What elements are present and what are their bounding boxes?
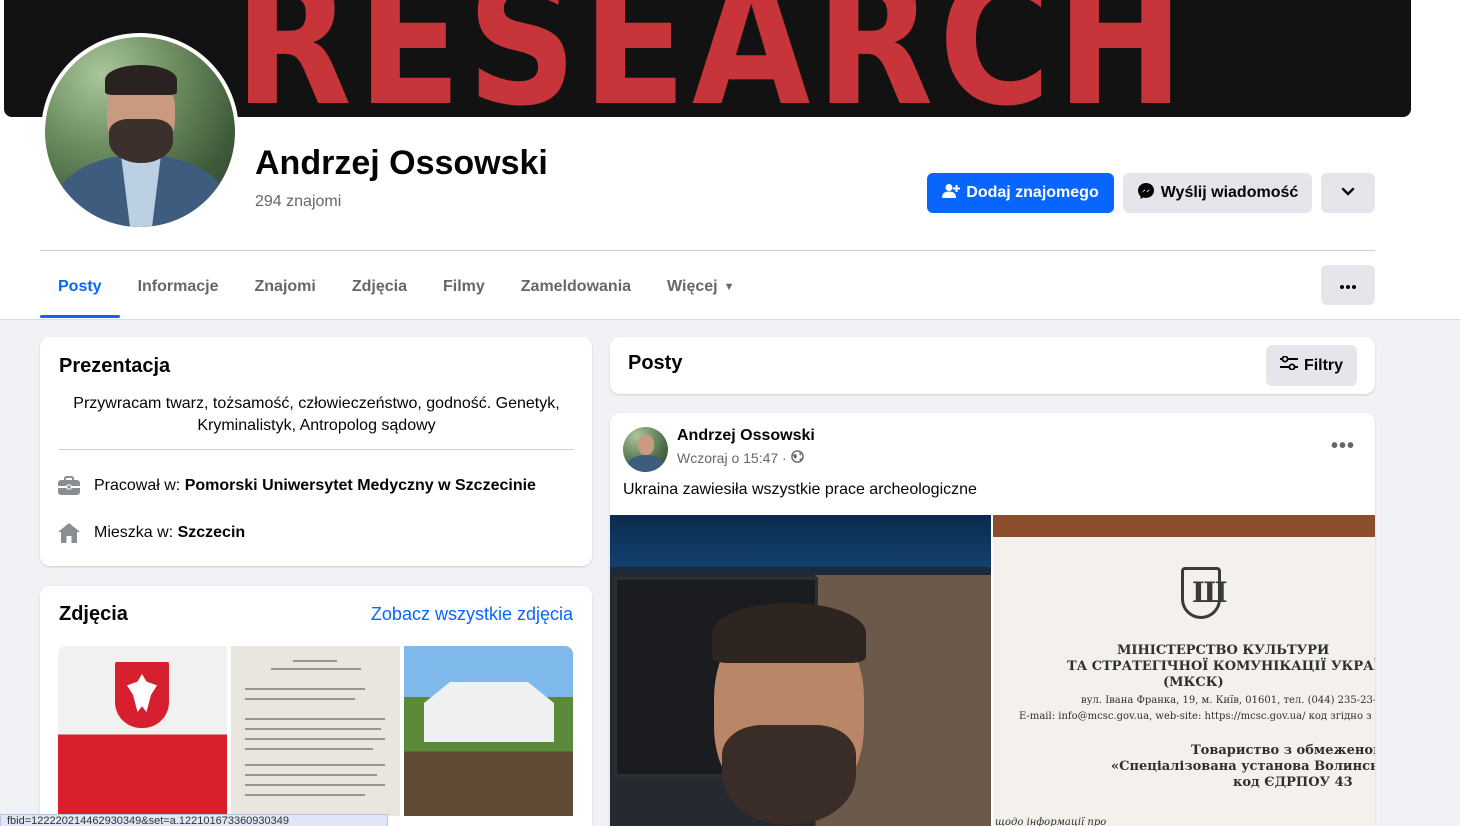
work-info: Pracował w: Pomorski Uniwersytet Medyczn… <box>58 475 536 497</box>
messenger-icon <box>1137 182 1155 205</box>
bio-line: Kryminalistyk, Antropolog sądowy <box>197 417 436 434</box>
friends-count[interactable]: 294 znajomi <box>255 193 341 211</box>
workplace-link[interactable]: Pomorski Uniwersytet Medyczny w Szczecin… <box>185 477 536 494</box>
sliders-icon <box>1279 355 1298 375</box>
send-message-button[interactable]: Wyślij wiadomość <box>1123 173 1312 213</box>
tab-label: Znajomi <box>254 278 316 295</box>
intro-card: Prezentacja Przywracam twarz, tożsamość,… <box>40 337 592 566</box>
tab-label: Filmy <box>442 278 485 295</box>
add-friend-icon <box>942 183 961 204</box>
photos-title: Zdjęcia <box>59 603 128 625</box>
lives-text: Mieszka w: Szczecin <box>94 524 245 542</box>
trident-emblem-icon <box>1181 567 1228 619</box>
photo-thumbnail[interactable] <box>58 646 227 816</box>
post-options-icon[interactable]: ••• <box>1331 435 1355 458</box>
add-friend-button[interactable]: Dodaj znajomego <box>927 173 1114 213</box>
photos-card: Zdjęcia Zobacz wszystkie zdjęcia <box>40 586 592 826</box>
doc-line: МІНІСТЕРСТВО КУЛЬТУРИ <box>1117 643 1330 658</box>
work-prefix: Pracował w: <box>94 477 185 494</box>
add-friend-label: Dodaj znajomego <box>966 184 1099 201</box>
tab-about[interactable]: Informacje <box>120 256 237 318</box>
tab-label: Informacje <box>137 278 219 295</box>
profile-name: Andrzej Ossowski <box>255 144 548 182</box>
tab-photos[interactable]: Zdjęcia <box>334 256 425 318</box>
tab-more[interactable]: Więcej ▼ <box>649 256 752 318</box>
chevron-down-icon <box>1341 184 1355 202</box>
tab-label: Posty <box>58 278 102 295</box>
post-text: Ukraina zawiesiła wszystkie prace archeo… <box>623 481 977 498</box>
tab-label: Zameldowania <box>520 278 632 295</box>
intro-divider <box>59 449 574 450</box>
post-card: Andrzej Ossowski Wczoraj o 15:47 · ••• U… <box>610 413 1375 826</box>
send-message-label: Wyślij wiadomość <box>1160 184 1299 201</box>
caret-down-icon: ▼ <box>723 281 735 293</box>
posts-title: Posty <box>628 352 683 374</box>
doc-line: «Спеціалізована установа Волинські старо… <box>1111 759 1375 774</box>
filters-label: Filtry <box>1303 356 1344 374</box>
doc-line: (МКСК) <box>1163 675 1224 690</box>
posts-header-card: Posty Filtry <box>610 337 1375 394</box>
see-all-photos-link[interactable]: Zobacz wszystkie zdjęcia <box>371 604 573 625</box>
tab-posts[interactable]: Posty <box>40 256 120 318</box>
doc-line: ТА СТРАТЕГІЧНОЇ КОМУНІКАЦІЇ УКРАЇНИ <box>1067 659 1375 674</box>
globe-icon <box>790 450 804 466</box>
photo-thumbnail[interactable] <box>231 646 400 816</box>
bio-text: Przywracam twarz, tożsamość, człowieczeń… <box>59 393 574 437</box>
tab-check-ins[interactable]: Zameldowania <box>503 256 649 318</box>
cover-text: RESEARCH <box>234 0 1190 117</box>
briefcase-icon <box>58 475 80 497</box>
more-dots-icon <box>1340 276 1356 294</box>
doc-line: Товариство з обмеженою відповідал <box>1191 743 1375 758</box>
doc-line: вул. Івана Франка, 19, м. Київ, 01601, т… <box>1081 695 1375 706</box>
lives-info: Mieszka w: Szczecin <box>58 522 245 544</box>
post-author-name[interactable]: Andrzej Ossowski <box>677 427 815 445</box>
intro-title: Prezentacja <box>59 355 171 377</box>
link-status-bar: fbid=122220214462930349&set=a.1221016733… <box>0 814 388 826</box>
more-options-button[interactable] <box>1321 265 1375 305</box>
post-author-avatar[interactable] <box>623 427 668 472</box>
tab-friends[interactable]: Znajomi <box>237 256 334 318</box>
doc-line: щодо інформації про <box>995 817 1107 826</box>
post-time-text: Wczoraj o 15:47 · <box>677 450 787 466</box>
photo-thumbnail[interactable] <box>404 646 573 816</box>
profile-avatar[interactable] <box>41 33 239 231</box>
post-timestamp[interactable]: Wczoraj o 15:47 · <box>677 450 804 466</box>
header-divider <box>40 250 1375 251</box>
post-image-video-still[interactable] <box>610 515 991 826</box>
lives-prefix: Mieszka w: <box>94 524 178 541</box>
tab-videos[interactable]: Filmy <box>425 256 503 318</box>
tab-label: Więcej <box>667 278 718 295</box>
tab-label: Zdjęcia <box>351 278 407 295</box>
city-link[interactable]: Szczecin <box>178 524 246 541</box>
home-icon <box>58 522 80 544</box>
work-text: Pracował w: Pomorski Uniwersytet Medyczn… <box>94 477 536 495</box>
post-image-document[interactable]: МІНІСТЕРСТВО КУЛЬТУРИ ТА СТРАТЕГІЧНОЇ КО… <box>993 515 1375 826</box>
doc-line: код ЄДРПОУ 43 <box>1233 775 1353 790</box>
profile-options-dropdown[interactable] <box>1321 173 1375 213</box>
bio-line: Przywracam twarz, tożsamość, człowieczeń… <box>73 395 560 412</box>
filters-button[interactable]: Filtry <box>1266 345 1357 386</box>
profile-tabs: Posty Informacje Znajomi Zdjęcia Filmy Z… <box>40 256 752 318</box>
doc-line: E-mail: info@mcsc.gov.ua, web-site: http… <box>1019 711 1375 722</box>
